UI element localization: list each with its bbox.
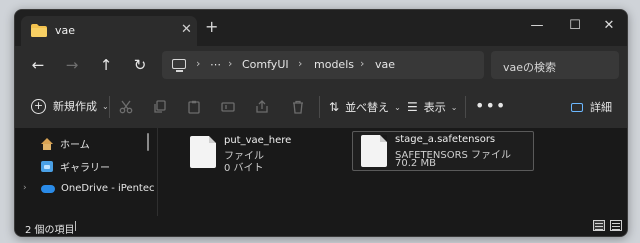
tab-strip: vae ✕ + — ☐ ✕ bbox=[15, 10, 627, 46]
this-pc-icon[interactable] bbox=[172, 59, 186, 69]
back-button[interactable]: ← bbox=[27, 54, 49, 76]
breadcrumb-separator[interactable]: › bbox=[360, 57, 364, 70]
folder-icon bbox=[31, 24, 47, 37]
maximize-button[interactable]: ☐ bbox=[565, 18, 585, 33]
gallery-icon bbox=[41, 161, 53, 172]
delete-icon[interactable] bbox=[289, 98, 307, 116]
file-size: 0 バイト bbox=[224, 163, 264, 174]
file-size: 70.2 MB bbox=[395, 158, 436, 169]
tiles-view-icon[interactable] bbox=[610, 220, 622, 231]
plus-circle-icon: + bbox=[31, 98, 46, 114]
item-count: 2 個の項目 bbox=[25, 225, 75, 236]
file-name: put_vae_here bbox=[224, 135, 292, 146]
details-pane-icon bbox=[571, 102, 583, 112]
search-box[interactable]: vaeの検索 bbox=[491, 51, 619, 79]
explorer-window: vae ✕ + — ☐ ✕ ← → ↑ ↻ › ⋯ › ComfyUI › mo… bbox=[14, 9, 628, 237]
navigation-pane: ホーム ギャラリー › OneDrive - iPentec bbox=[15, 128, 157, 216]
chevron-down-icon: ⌄ bbox=[450, 102, 458, 112]
details-label: 詳細 bbox=[590, 101, 612, 114]
navigation-bar: ← → ↑ ↻ › ⋯ › ComfyUI › models › vae vae… bbox=[15, 46, 627, 86]
breadcrumb-overflow[interactable]: ⋯ bbox=[210, 58, 221, 71]
view-list-icon: ☰ bbox=[407, 100, 418, 114]
rename-icon[interactable] bbox=[219, 98, 237, 116]
cut-icon[interactable] bbox=[117, 98, 135, 116]
copy-icon[interactable] bbox=[151, 98, 169, 116]
chevron-down-icon: ⌄ bbox=[394, 102, 401, 112]
view-button[interactable]: ☰ 表示 ⌄ bbox=[407, 99, 457, 115]
minimize-button[interactable]: — bbox=[527, 18, 547, 33]
expand-chevron-icon[interactable]: › bbox=[23, 183, 27, 193]
sidebar-item-label: ギャラリー bbox=[60, 163, 110, 174]
file-document-icon bbox=[361, 135, 387, 167]
toolbar-divider bbox=[109, 96, 110, 118]
sidebar-item-onedrive[interactable]: › OneDrive - iPentec bbox=[23, 183, 155, 194]
sidebar-scrollbar[interactable] bbox=[147, 133, 149, 151]
forward-button[interactable]: → bbox=[61, 54, 83, 76]
details-view-icon[interactable] bbox=[593, 220, 605, 231]
toolbar-divider bbox=[465, 96, 466, 118]
breadcrumb-separator[interactable]: › bbox=[228, 57, 232, 70]
close-window-button[interactable]: ✕ bbox=[599, 18, 619, 33]
command-toolbar: + 新規作成 ⌄ ⇅ 並べ替え ⌄ ☰ 表示 ⌄ ••• 詳細 bbox=[15, 86, 627, 129]
more-options-button[interactable]: ••• bbox=[475, 96, 506, 115]
sort-label: 並べ替え bbox=[345, 101, 390, 114]
sidebar-item-home[interactable]: ホーム bbox=[41, 136, 90, 151]
home-icon bbox=[41, 137, 53, 150]
tab-vae[interactable]: vae ✕ bbox=[21, 16, 197, 46]
this-pc-icon-stand bbox=[176, 70, 183, 72]
file-item-stage-a[interactable]: stage_a.safetensors SAFETENSORS ファイル 70.… bbox=[352, 131, 534, 171]
new-item-button[interactable]: + 新規作成 ⌄ bbox=[31, 98, 109, 114]
new-item-label: 新規作成 bbox=[53, 100, 97, 113]
breadcrumb-separator[interactable]: › bbox=[298, 57, 302, 70]
new-tab-button[interactable]: + bbox=[205, 19, 218, 35]
share-icon[interactable] bbox=[253, 98, 271, 116]
sidebar-item-label: ホーム bbox=[60, 140, 90, 151]
chevron-down-icon: ⌄ bbox=[102, 101, 109, 111]
view-label: 表示 bbox=[423, 101, 446, 114]
file-list: put_vae_here ファイル 0 バイト stage_a.safetens… bbox=[158, 128, 627, 216]
file-name: stage_a.safetensors bbox=[395, 134, 496, 145]
details-pane-button[interactable]: 詳細 bbox=[571, 99, 612, 115]
sort-arrows-icon: ⇅ bbox=[329, 100, 340, 114]
paste-icon[interactable] bbox=[185, 98, 203, 116]
status-bar: 2 個の項目 bbox=[15, 216, 627, 236]
sort-button[interactable]: ⇅ 並べ替え ⌄ bbox=[329, 99, 401, 115]
tab-title: vae bbox=[55, 24, 76, 37]
search-placeholder: vaeの検索 bbox=[503, 61, 557, 74]
onedrive-cloud-icon bbox=[41, 184, 55, 193]
address-bar[interactable]: › ⋯ › ComfyUI › models › vae bbox=[162, 51, 484, 79]
status-separator bbox=[75, 221, 76, 231]
breadcrumb-models[interactable]: models bbox=[314, 58, 354, 71]
up-button[interactable]: ↑ bbox=[95, 54, 117, 76]
file-document-icon bbox=[190, 136, 216, 168]
sidebar-item-label: OneDrive - iPentec bbox=[61, 183, 155, 194]
sidebar-item-gallery[interactable]: ギャラリー bbox=[41, 159, 110, 174]
toolbar-divider bbox=[319, 96, 320, 118]
breadcrumb-separator: › bbox=[196, 57, 201, 70]
breadcrumb-vae[interactable]: vae bbox=[375, 58, 395, 71]
tab-close-icon[interactable]: ✕ bbox=[181, 22, 192, 37]
breadcrumb-comfyui[interactable]: ComfyUI bbox=[242, 58, 289, 71]
refresh-button[interactable]: ↻ bbox=[129, 54, 151, 76]
file-item-put-vae-here[interactable]: put_vae_here ファイル 0 バイト bbox=[182, 133, 332, 174]
